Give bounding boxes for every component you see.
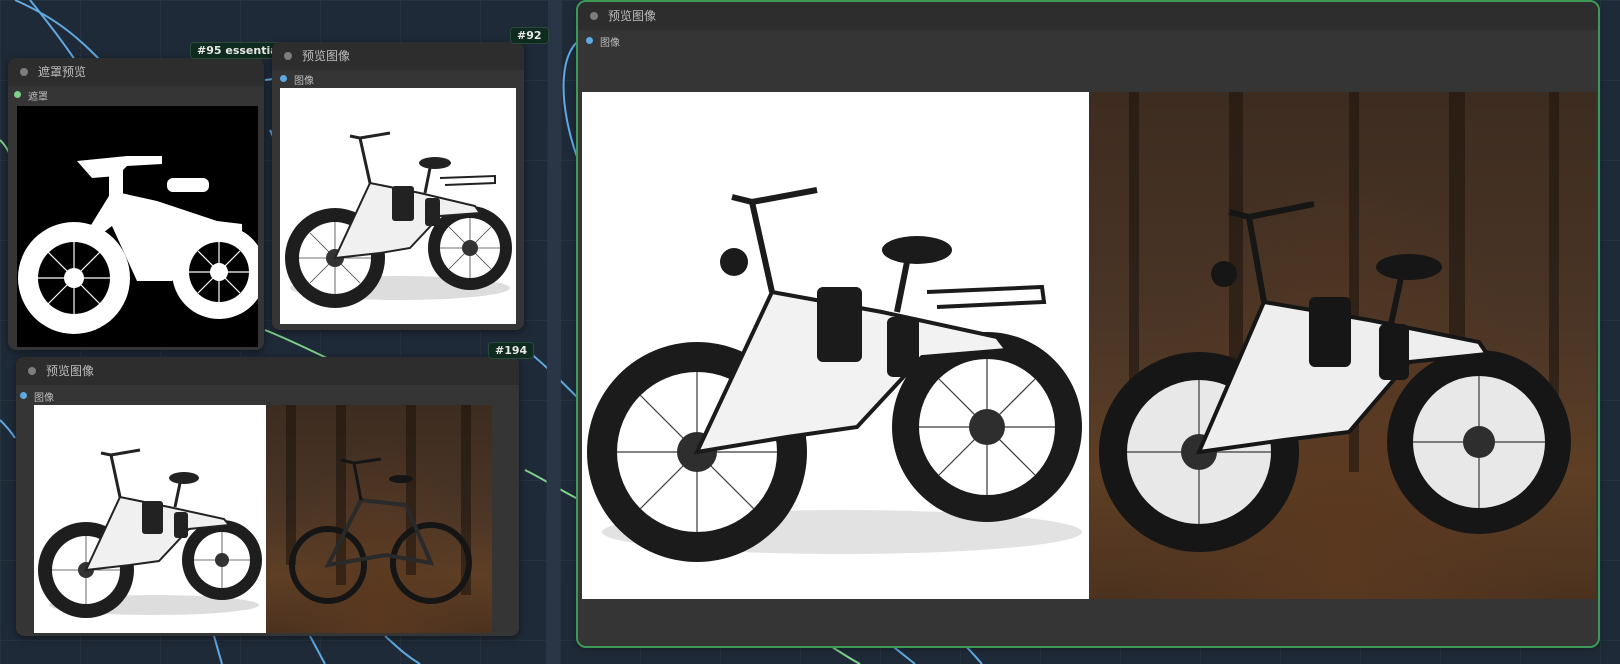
node-title: 遮罩预览 xyxy=(38,65,87,79)
node-title: 预览图像 xyxy=(608,9,657,23)
input-port-mask[interactable]: 遮罩 xyxy=(14,88,48,103)
port-label: 图像 xyxy=(294,76,314,87)
preview-image-node-large[interactable]: 预览图像 图像 xyxy=(576,0,1600,648)
port-dot-icon xyxy=(586,37,593,44)
node-dot-icon xyxy=(28,367,36,375)
port-label: 图像 xyxy=(34,393,54,404)
node-title-bar[interactable]: 预览图像 xyxy=(272,42,524,70)
node-title-bar[interactable]: 预览图像 xyxy=(578,2,1598,30)
preview-image-left xyxy=(34,405,266,633)
mask-image xyxy=(17,106,258,347)
preview-image-node-a[interactable]: 预览图像 图像 xyxy=(272,42,524,330)
node-dot-icon xyxy=(20,68,28,76)
node-title: 预览图像 xyxy=(302,49,351,63)
node-id-badge: #194 xyxy=(488,342,535,359)
preview-image xyxy=(280,88,516,324)
preview-image-left xyxy=(582,92,1089,599)
preview-image-node-b[interactable]: 预览图像 图像 xyxy=(16,357,519,636)
node-dot-icon xyxy=(590,12,598,20)
bicycle-image xyxy=(38,448,262,618)
node-title: 预览图像 xyxy=(46,364,95,378)
bicycle-mask-image xyxy=(18,156,258,334)
bicycle-image xyxy=(285,131,512,308)
node-title-bar[interactable]: 遮罩预览 xyxy=(8,58,264,86)
bicycle-image xyxy=(289,457,472,604)
node-id-badge: #92 xyxy=(510,27,549,44)
port-label: 图像 xyxy=(600,38,620,49)
bicycle-image xyxy=(587,187,1082,562)
input-port-image[interactable]: 图像 xyxy=(586,34,620,49)
port-label: 遮罩 xyxy=(28,92,48,103)
preview-image-right xyxy=(266,405,492,633)
mask-preview-node[interactable]: 遮罩预览 遮罩 xyxy=(8,58,264,350)
input-port-image[interactable]: 图像 xyxy=(20,389,54,404)
port-dot-icon xyxy=(14,91,21,98)
preview-image-right xyxy=(1089,92,1596,599)
node-dot-icon xyxy=(284,52,292,60)
input-port-image[interactable]: 图像 xyxy=(280,72,314,87)
port-dot-icon xyxy=(280,75,287,82)
bicycle-image xyxy=(1099,201,1571,552)
node-title-bar[interactable]: 预览图像 xyxy=(16,357,519,385)
port-dot-icon xyxy=(20,392,27,399)
